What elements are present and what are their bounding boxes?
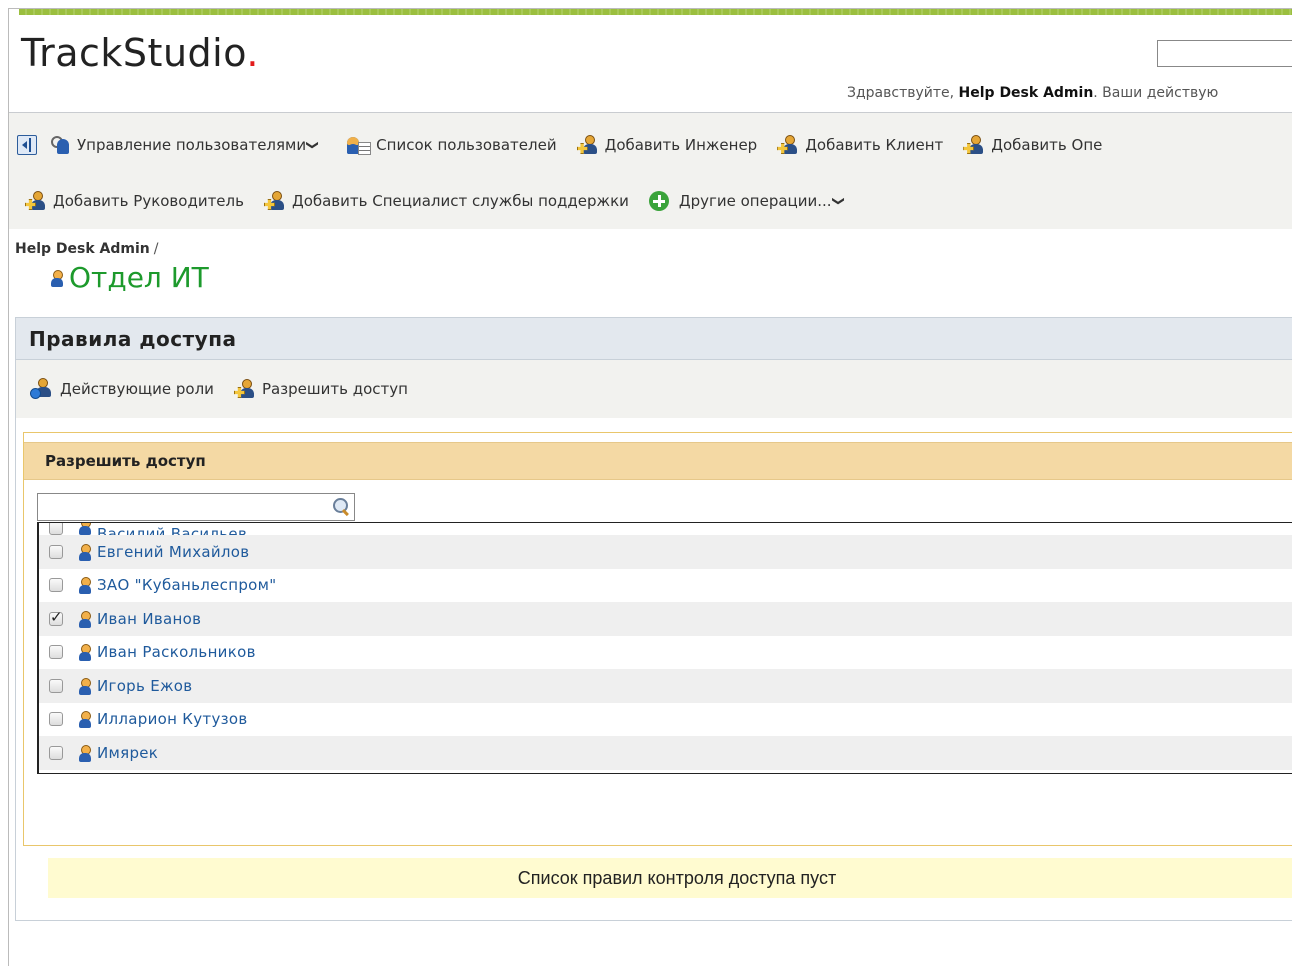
grant-access-box: Разрешить доступ Василий Васильев Евгени… [23,432,1292,846]
user-icon [75,710,91,729]
list-item[interactable]: Иван Раскольников [39,636,1292,670]
toolbar-row-2: Добавить Руководитель Добавить Специалис… [25,185,864,217]
grant-access-button[interactable]: Разрешить доступ [233,378,408,400]
user-checkbox[interactable] [49,745,63,760]
breadcrumb-root-link[interactable]: Help Desk Admin [15,241,150,257]
user-list-icon [346,134,372,156]
access-rules-title: Правила доступа [16,318,1292,360]
list-item[interactable]: ЗАО "Кубаньлеспром" [39,569,1292,603]
roles-info-icon [30,377,54,401]
add-user-icon [963,134,985,156]
user-management-icon [49,134,71,156]
add-user-icon [576,134,599,156]
user-checkbox[interactable] [49,678,63,693]
user-checkbox[interactable] [49,645,63,660]
user-checkbox[interactable] [49,608,63,626]
add-user-icon [25,190,47,212]
user-icon [75,677,91,695]
user-icon [75,543,91,561]
access-rules-toolbar: Действующие роли Разрешить доступ [16,360,1292,418]
add-support-specialist-button[interactable]: Добавить Специалист службы поддержки [263,190,629,212]
add-engineer-button[interactable]: Добавить Инженер [576,134,757,156]
current-user-name[interactable]: Help Desk Admin [959,85,1094,101]
user-group-icon [47,269,63,287]
user-icon [75,643,91,662]
add-manager-button[interactable]: Добавить Руководитель [25,190,244,212]
add-user-icon [777,134,799,156]
user-list-button[interactable]: Список пользователей [346,134,557,156]
toolbar-row-1: Управление пользователями ❯ Список польз… [17,129,1122,161]
search-icon[interactable] [332,497,352,517]
add-user-icon [263,190,286,212]
main-toolbar: Управление пользователями ❯ Список польз… [9,113,1292,229]
user-checkbox[interactable] [49,712,63,727]
green-plus-icon [648,191,669,211]
collapse-panel-icon[interactable] [17,135,37,155]
chevron-down-icon: ❯ [306,139,321,151]
effective-roles-button[interactable]: Действующие роли [30,377,214,401]
list-item[interactable]: Евгений Михайлов [39,535,1292,569]
greeting-text: Здравствуйте, Help Desk Admin. Ваши дейс… [847,85,1219,101]
list-item[interactable]: Илларион Кутузов [39,703,1292,737]
user-search-field[interactable] [37,493,355,521]
breadcrumb: Help Desk Admin / [15,241,159,257]
user-icon [75,744,91,762]
add-operator-button[interactable]: Добавить Опе [963,134,1102,156]
empty-rules-message: Список правил контроля доступа пуст [48,858,1292,898]
list-item[interactable]: Василий Васильев [39,523,1292,535]
top-accent-bar [19,9,1292,15]
app-logo[interactable]: TrackStudio. [21,31,259,75]
user-checkbox[interactable] [49,544,63,559]
access-rules-panel: Правила доступа Действующие роли Разреши… [15,317,1292,921]
user-icon [75,523,91,535]
list-item[interactable]: Игорь Ежов [39,669,1292,703]
list-item[interactable]: Иван Иванов [39,602,1292,636]
user-icon [75,576,91,595]
global-search-input[interactable] [1157,40,1292,67]
other-operations-menu[interactable]: Другие операции... ❯ [648,191,846,211]
user-select-list[interactable]: Василий Васильев Евгений Михайлов ЗАО "К… [37,522,1292,774]
add-user-icon [233,378,256,400]
chevron-down-icon: ❯ [831,195,846,207]
app-window: TrackStudio. Здравствуйте, Help Desk Adm… [8,8,1292,966]
user-management-menu[interactable]: Управление пользователями ❯ [49,134,321,156]
user-checkbox[interactable] [49,578,63,593]
list-item[interactable]: Имярек [39,736,1292,770]
user-icon [75,610,91,628]
user-checkbox[interactable] [49,523,63,535]
grant-access-title: Разрешить доступ [24,442,1292,480]
page-title: Отдел ИТ [47,261,209,294]
add-client-button[interactable]: Добавить Клиент [777,134,943,156]
